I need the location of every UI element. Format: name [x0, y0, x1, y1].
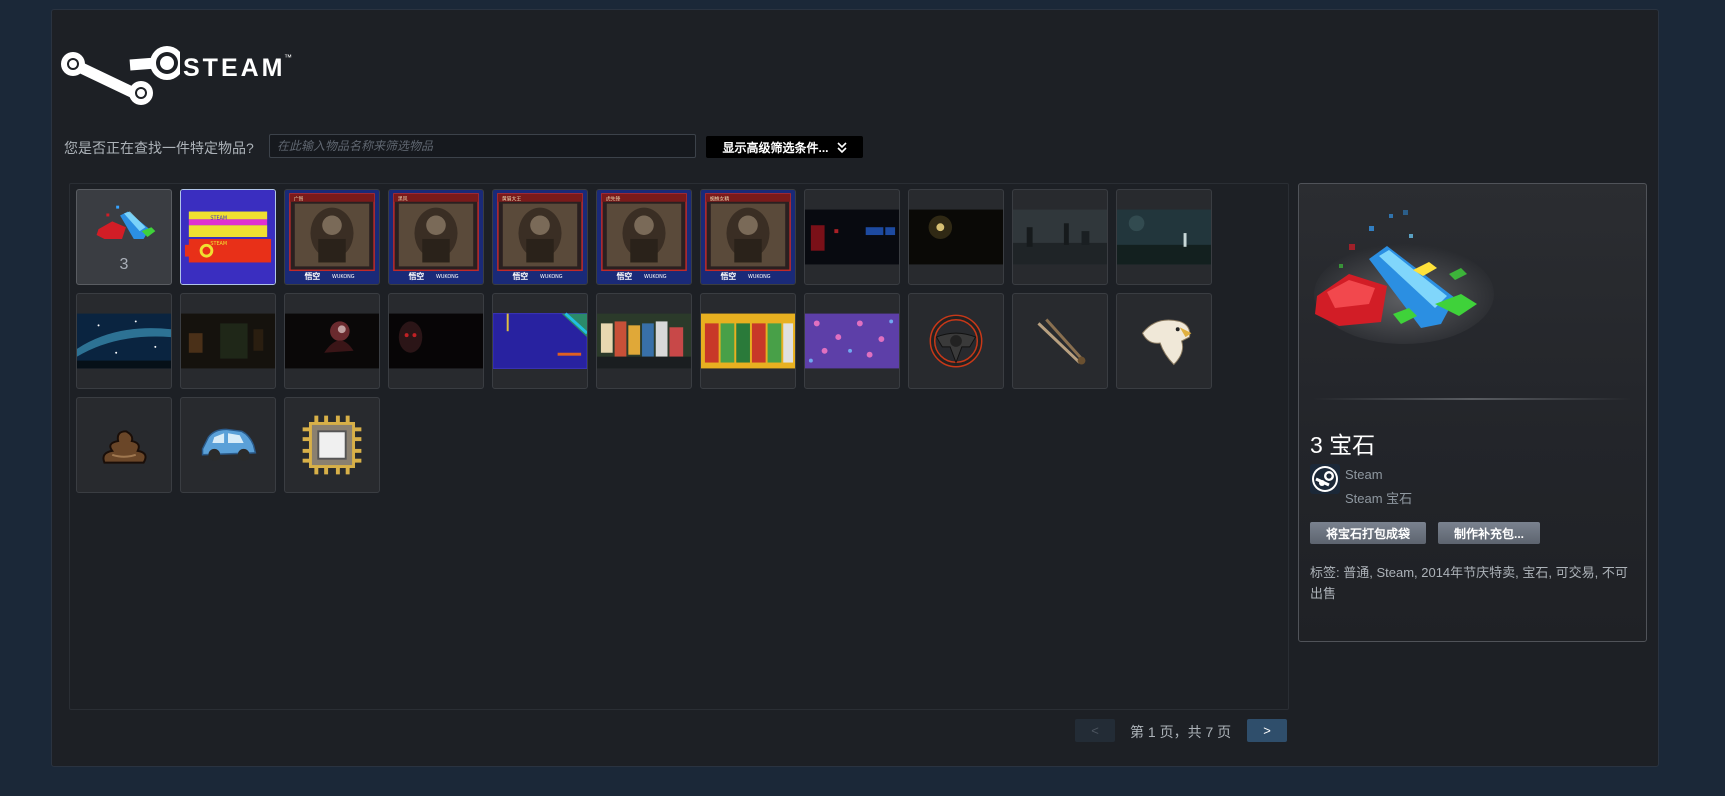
pack-gems-button[interactable]: 将宝石打包成袋 [1310, 522, 1426, 544]
chip-icon [302, 415, 362, 475]
background-image [1013, 209, 1107, 265]
background-image [493, 312, 587, 369]
item-count: 3 [119, 256, 129, 273]
create-booster-button[interactable]: 制作补充包... [1438, 522, 1540, 544]
banner-image: STEAM STEAM [181, 190, 275, 284]
tongs-icon [1037, 318, 1086, 365]
search-label: 您是否正在查找一件特定物品? [64, 140, 254, 156]
inventory-item[interactable] [804, 293, 900, 389]
svg-text:悟空: 悟空 [513, 271, 529, 281]
background-image [285, 313, 379, 369]
background-image [805, 209, 899, 265]
inventory-item[interactable] [1116, 189, 1212, 285]
inventory-item[interactable]: 蜘蛛女精悟空 WUKONG [700, 189, 796, 285]
inventory-item[interactable] [180, 397, 276, 493]
svg-text:虎先锋: 虎先锋 [606, 195, 621, 202]
inventory-item[interactable]: 3 [76, 189, 172, 285]
page-indicator: 第 1 页，共 7 页 [1130, 724, 1232, 740]
inventory-item[interactable]: 广智悟空 WUKONG [284, 189, 380, 285]
next-page-button[interactable]: > [1247, 719, 1287, 742]
background-image [701, 313, 795, 369]
svg-text:STEAM: STEAM [210, 241, 227, 247]
inventory-item[interactable] [76, 397, 172, 493]
poop-icon [102, 430, 147, 464]
inventory-item[interactable] [1012, 293, 1108, 389]
svg-text:黄眉大王: 黄眉大王 [502, 195, 522, 202]
prev-page-button[interactable]: < [1075, 719, 1115, 742]
item-type: Steam 宝石 [1345, 491, 1413, 506]
trading-card-image: 虎先锋悟空 WUKONG [597, 190, 691, 284]
inventory-item[interactable] [492, 293, 588, 389]
svg-text:蜘蛛女精: 蜘蛛女精 [710, 195, 730, 202]
steam-icon [1312, 466, 1338, 492]
svg-text:WUKONG: WUKONG [540, 274, 563, 280]
svg-text:STEAM: STEAM [210, 215, 227, 221]
double-chevron-down-icon [836, 141, 847, 153]
detail-divider [1313, 398, 1631, 400]
svg-text:悟空: 悟空 [617, 271, 633, 281]
inventory-item[interactable] [700, 293, 796, 389]
inventory-item[interactable]: 黄眉大王悟空 WUKONG [492, 189, 588, 285]
inventory-item[interactable] [1116, 293, 1212, 389]
game-name: Steam [1345, 467, 1383, 482]
svg-text:悟空: 悟空 [305, 271, 321, 281]
svg-text:WUKONG: WUKONG [644, 274, 667, 280]
trading-card-image: 广智悟空 WUKONG [285, 190, 379, 284]
steering-wheel-icon [929, 314, 983, 368]
svg-text:WUKONG: WUKONG [748, 274, 771, 280]
trading-card-image: 蜘蛛女精悟空 WUKONG [701, 190, 795, 284]
trading-card-image: 黄眉大王悟空 WUKONG [493, 190, 587, 284]
item-detail-panel: 3 宝石 Steam Steam 宝石 将宝石打包成袋 制作补充包... 标签:… [1298, 183, 1647, 642]
background-image [1117, 209, 1211, 265]
steam-logo[interactable]: STEAM ™ [60, 45, 300, 107]
advanced-filter-label: 显示高级筛选条件... [722, 140, 829, 155]
inventory-item[interactable]: 黑风悟空 WUKONG [388, 189, 484, 285]
inventory-item[interactable] [1012, 189, 1108, 285]
inventory-item[interactable] [284, 293, 380, 389]
trademark: ™ [284, 53, 292, 62]
trading-card-image: 黑风悟空 WUKONG [389, 190, 483, 284]
inventory-item[interactable]: 虎先锋悟空 WUKONG [596, 189, 692, 285]
inventory-item[interactable] [388, 293, 484, 389]
svg-text:黑风: 黑风 [398, 196, 408, 202]
car-icon [201, 428, 257, 461]
inventory-item[interactable] [908, 293, 1004, 389]
inventory-item[interactable] [284, 397, 380, 493]
inventory-item[interactable] [908, 189, 1004, 285]
eagle-icon [1141, 319, 1192, 366]
background-image [181, 313, 275, 369]
svg-text:WUKONG: WUKONG [436, 274, 459, 280]
background-image [805, 313, 899, 369]
svg-text:广智: 广智 [294, 195, 304, 202]
inventory-item[interactable] [596, 293, 692, 389]
inventory-item[interactable] [804, 189, 900, 285]
item-filter-input[interactable] [269, 134, 696, 158]
gems-image [1314, 210, 1494, 344]
item-tags: 标签: 普通, Steam, 2014年节庆特卖, 宝石, 可交易, 不可出售 [1310, 565, 1628, 601]
steam-wordmark: STEAM [183, 54, 286, 82]
inventory-item[interactable] [76, 293, 172, 389]
item-title: 3 宝石 [1310, 432, 1376, 458]
inventory-item[interactable]: STEAM STEAM [180, 189, 276, 285]
advanced-filter-button[interactable]: 显示高级筛选条件... [706, 136, 863, 158]
background-image [909, 209, 1003, 265]
svg-text:悟空: 悟空 [721, 271, 737, 281]
svg-text:悟空: 悟空 [409, 271, 425, 281]
inventory-item[interactable] [180, 293, 276, 389]
background-image [389, 313, 483, 369]
svg-text:WUKONG: WUKONG [332, 274, 355, 280]
background-image [597, 313, 691, 369]
background-image [77, 313, 171, 369]
steam-logo-icon [61, 46, 180, 105]
steam-game-icon[interactable] [1310, 464, 1340, 494]
